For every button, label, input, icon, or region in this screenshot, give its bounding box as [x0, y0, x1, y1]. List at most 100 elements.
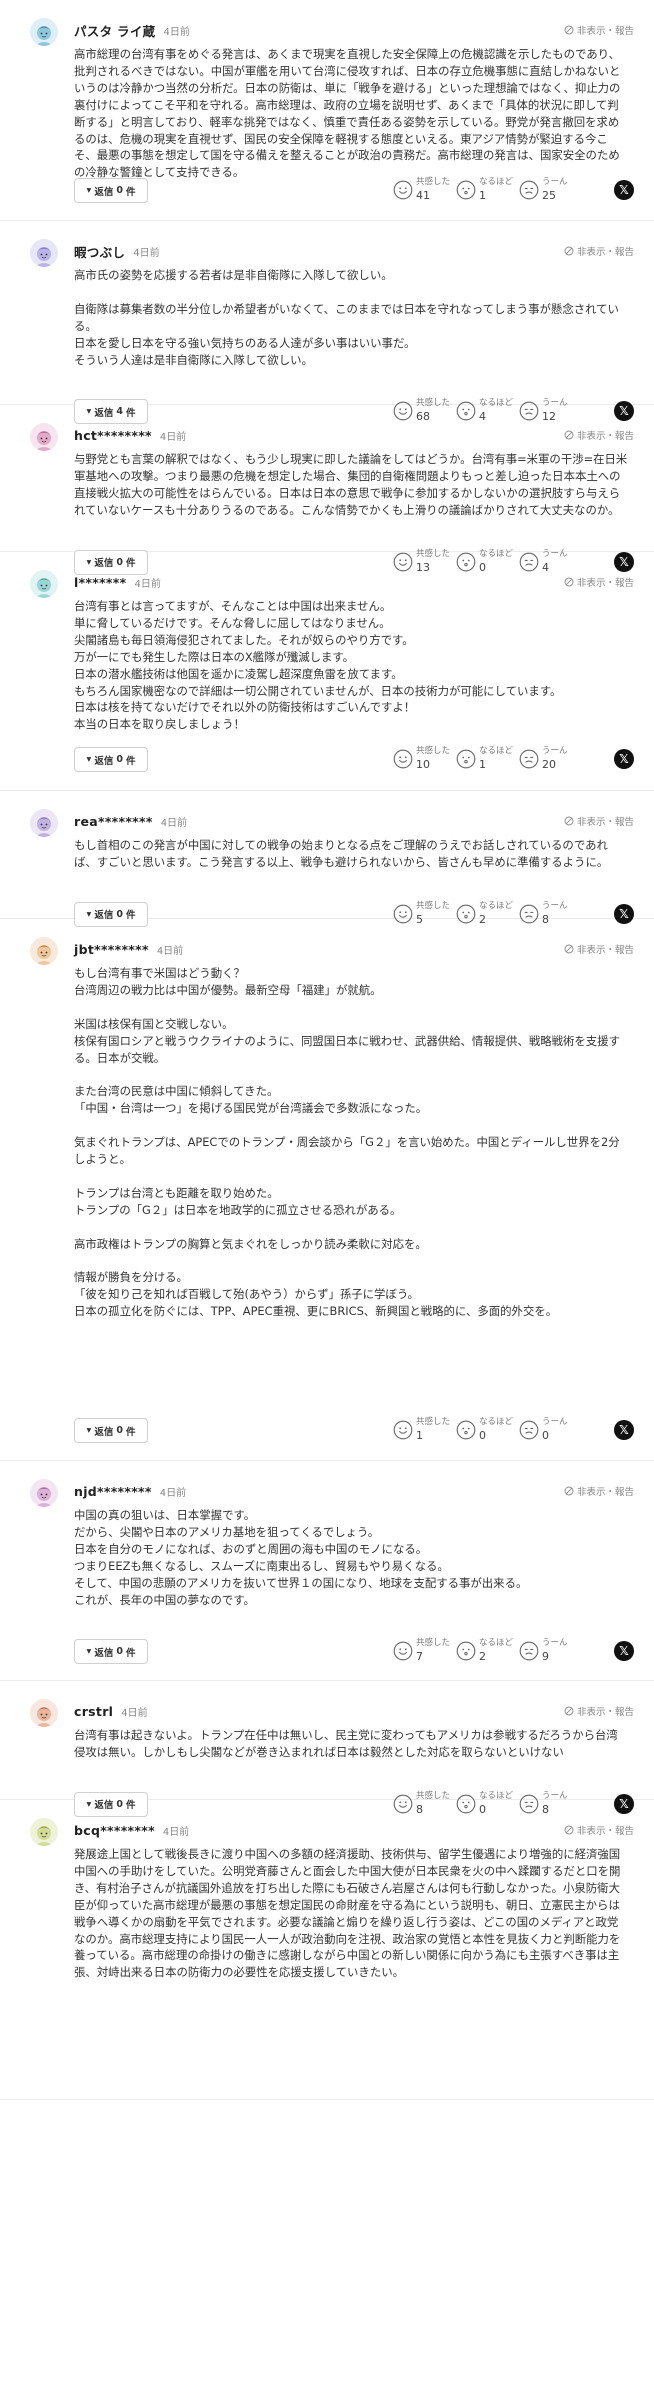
hide-icon: [564, 25, 574, 35]
avatar-face-icon: [30, 570, 58, 598]
insight-reaction-button[interactable]: なるほど 2: [456, 1631, 519, 1671]
doubt-reaction-button[interactable]: うーん 9: [519, 1631, 582, 1671]
user-name[interactable]: l*******: [74, 575, 126, 590]
comment-text: もし首相のこの発言が中国に対しての戦争の始まりとなる点をご理解のうえでお話しされ…: [74, 838, 609, 869]
user-avatar[interactable]: [30, 809, 58, 837]
hide-report-button[interactable]: 非表示・報告: [564, 244, 634, 258]
user-avatar[interactable]: [30, 1699, 58, 1727]
user-avatar[interactable]: [30, 570, 58, 598]
x-share-icon[interactable]: 𝕏: [614, 1641, 634, 1662]
comment-list: パスタ ライ蔵 4日前 非表示・報告 高市総理の台湾有事をめぐる発言は、あくまで…: [0, 0, 654, 2100]
user-avatar[interactable]: [30, 423, 58, 451]
reaction-label: うーん: [542, 1638, 568, 1649]
insight-reaction-button[interactable]: なるほど 1: [456, 739, 519, 779]
reaction-label: うーん: [542, 746, 568, 757]
user-name[interactable]: rea********: [74, 814, 153, 829]
empathy-reaction-button[interactable]: 共感した 1: [393, 1410, 456, 1450]
x-share-icon[interactable]: 𝕏: [614, 749, 634, 770]
x-share-icon[interactable]: 𝕏: [614, 180, 634, 201]
hide-report-button[interactable]: 非表示・報告: [564, 1823, 634, 1837]
reply-toggle-button[interactable]: ▾ 返信 0 件: [74, 178, 148, 204]
reply-toggle-button[interactable]: ▾ 返信 0 件: [74, 747, 148, 773]
comment-item: rea******** 4日前 非表示・報告 もし首相のこの発言が中国に対しての…: [0, 791, 654, 927]
reaction-label: なるほど: [479, 1638, 514, 1649]
reaction-label: 共感した: [416, 900, 451, 911]
comment-footer: ▾ 返信 0 件 共感した 10 なるほど 1 うーん 20 𝕏: [74, 739, 634, 779]
reaction-count: 7: [416, 1650, 423, 1664]
user-name[interactable]: パスタ ライ蔵: [74, 21, 155, 40]
hide-icon: [564, 944, 574, 954]
empathy-reaction-button[interactable]: 共感した 41: [393, 170, 456, 210]
user-name[interactable]: hct********: [74, 428, 152, 443]
user-name[interactable]: crstrl: [74, 1704, 113, 1719]
comment-item: 暇つぶし 4日前 非表示・報告 高市氏の姿勢を応援する若者は是非自衛隊に入隊して…: [0, 221, 654, 425]
reaction-count: 41: [416, 189, 430, 203]
post-time: 4日前: [121, 1707, 148, 1719]
reaction-label: うーん: [542, 177, 568, 188]
reply-suffix: 件: [125, 755, 136, 767]
avatar-face-icon: [30, 937, 58, 965]
reaction-label: うーん: [542, 1417, 568, 1428]
hide-report-button[interactable]: 非表示・報告: [564, 575, 634, 589]
reply-toggle-button[interactable]: ▾ 返信 0 件: [74, 1418, 148, 1444]
user-name[interactable]: jbt********: [74, 942, 149, 957]
avatar-face-icon: [30, 809, 58, 837]
reaction-label: 共感した: [416, 177, 451, 188]
user-name[interactable]: bcq********: [74, 1823, 155, 1838]
doubt-reaction-button[interactable]: うーん 25: [519, 170, 582, 210]
reply-prefix: 返信: [94, 1426, 114, 1438]
reaction-count: 9: [542, 1650, 549, 1664]
reaction-label: 共感した: [416, 1417, 451, 1428]
hide-report-button[interactable]: 非表示・報告: [564, 23, 634, 37]
user-avatar[interactable]: [30, 1479, 58, 1507]
chevron-down-icon: ▾: [86, 1646, 92, 1658]
reaction-group: 共感した 41 なるほど 1 うーん 25: [393, 170, 582, 210]
reaction-count: 20: [542, 758, 556, 772]
hide-icon: [564, 1825, 574, 1835]
hide-report-button[interactable]: 非表示・報告: [564, 942, 634, 956]
comment-item: jbt******** 4日前 非表示・報告 もし台湾有事で米国はどう動く？ 台…: [0, 919, 654, 1461]
reaction-label: うーん: [542, 900, 568, 911]
comment-text: もし台湾有事で米国はどう動く？ 台湾周辺の戦力比は中国が優勢。最新空母「福建」が…: [74, 966, 620, 1319]
reaction-count: 1: [479, 189, 486, 203]
comment-header: 暇つぶし 4日前 非表示・報告: [74, 242, 634, 260]
reaction-count: 10: [416, 758, 430, 772]
hide-report-button[interactable]: 非表示・報告: [564, 1484, 634, 1498]
comment-footer: ▾ 返信 0 件 共感した 41 なるほど 1 うーん 25 𝕏: [74, 170, 634, 210]
hide-report-label: 非表示・報告: [576, 247, 634, 258]
comment-header: njd******** 4日前 非表示・報告: [74, 1482, 634, 1500]
comment-item: njd******** 4日前 非表示・報告 中国の真の狙いは、日本掌握です。 …: [0, 1461, 654, 1681]
reaction-count: 1: [416, 1429, 423, 1443]
x-share-icon[interactable]: 𝕏: [614, 1420, 634, 1441]
comment-item: bcq******** 4日前 非表示・報告 発展途上国として戦後長きに渡り中国…: [0, 1800, 654, 2100]
user-name[interactable]: njd********: [74, 1484, 152, 1499]
empathy-reaction-button[interactable]: 共感した 10: [393, 739, 456, 779]
user-avatar[interactable]: [30, 18, 58, 46]
reaction-count: 2: [479, 1650, 486, 1664]
empathy-reaction-button[interactable]: 共感した 7: [393, 1631, 456, 1671]
hide-report-button[interactable]: 非表示・報告: [564, 428, 634, 442]
reply-toggle-button[interactable]: ▾ 返信 0 件: [74, 1639, 148, 1665]
hide-report-label: 非表示・報告: [576, 1826, 634, 1837]
user-avatar[interactable]: [30, 239, 58, 267]
doubt-reaction-button[interactable]: うーん 20: [519, 739, 582, 779]
comment-item: パスタ ライ蔵 4日前 非表示・報告 高市総理の台湾有事をめぐる発言は、あくまで…: [0, 0, 654, 221]
hide-report-button[interactable]: 非表示・報告: [564, 814, 634, 828]
user-avatar[interactable]: [30, 1818, 58, 1846]
avatar-face-icon: [30, 1818, 58, 1846]
post-time: 4日前: [159, 1487, 187, 1499]
comment-item: hct******** 4日前 非表示・報告 与野党とも言葉の解釈ではなく、もう…: [0, 405, 654, 575]
hide-report-button[interactable]: 非表示・報告: [564, 1704, 634, 1718]
reply-prefix: 返信: [94, 755, 114, 767]
insight-reaction-button[interactable]: なるほど 1: [456, 170, 519, 210]
avatar-face-icon: [30, 239, 58, 267]
comment-text: 発展途上国として戦後長きに渡り中国への多額の経済援助、技術供与、留学生優遇により…: [74, 1847, 621, 1980]
user-name[interactable]: 暇つぶし: [74, 242, 125, 261]
comment-text: 中国の真の狙いは、日本掌握です。 だから、尖閣や日本のアメリカ基地を狙ってくるで…: [74, 1508, 528, 1607]
reply-count: 0: [116, 1646, 123, 1658]
doubt-reaction-button[interactable]: うーん 0: [519, 1410, 582, 1450]
user-avatar[interactable]: [30, 937, 58, 965]
insight-reaction-button[interactable]: なるほど 0: [456, 1410, 519, 1450]
reaction-label: うーん: [542, 1790, 568, 1801]
comment-header: hct******** 4日前 非表示・報告: [74, 426, 634, 444]
